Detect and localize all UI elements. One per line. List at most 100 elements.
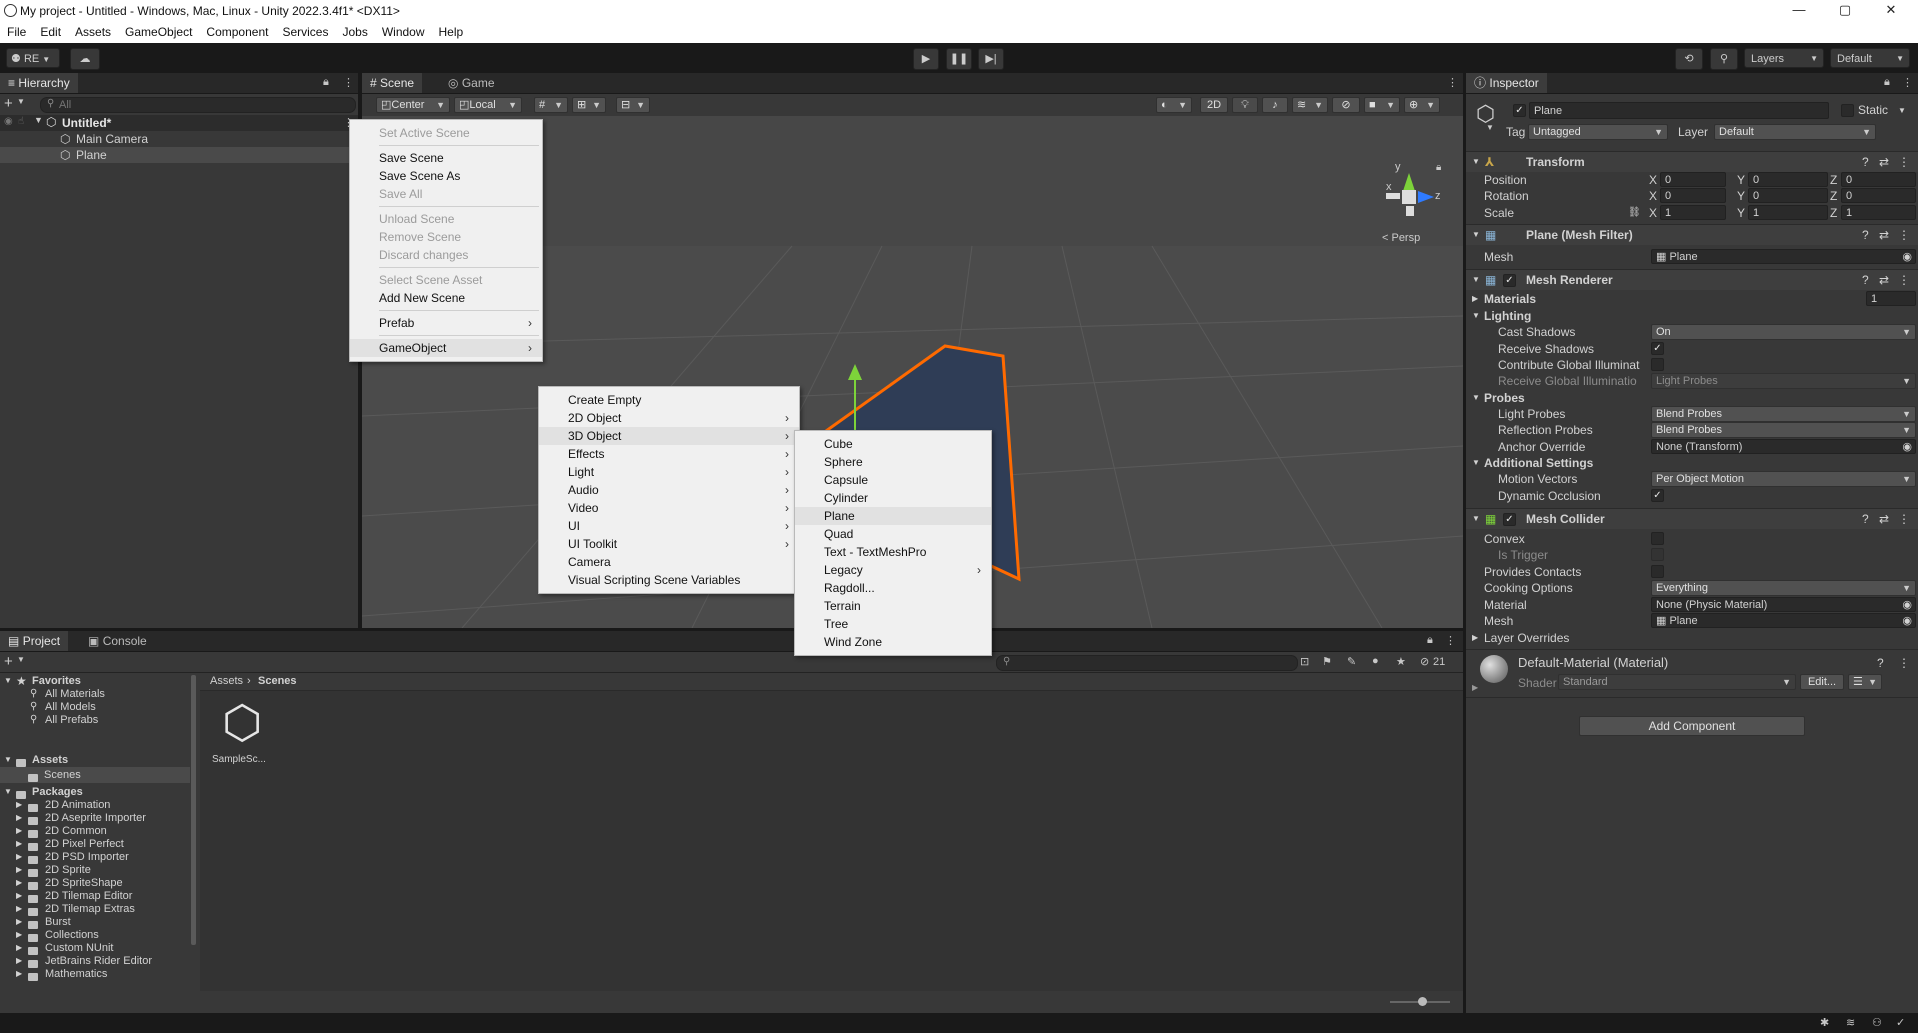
camera-settings-dropdown[interactable]: ■ ▼ [1364,97,1400,113]
menu-item-cube[interactable]: Cube [795,435,991,453]
chevron-right-icon[interactable]: ▶ [1472,683,1478,692]
menu-window[interactable]: Window [375,22,432,39]
cooking-options-dropdown[interactable]: Everything ▼ [1651,580,1916,596]
package-item[interactable]: 2D SpriteShape [45,877,123,890]
tab-project[interactable]: ▤ Project [0,631,69,651]
menu-item-2d-object[interactable]: 2D Object › [539,409,799,427]
chevron-down-icon[interactable]: ▼ [1898,106,1906,115]
object-picker-icon[interactable]: ◉ [1902,598,1912,611]
menu-item-camera[interactable]: Camera [539,553,799,571]
collider-mesh-field[interactable]: ▦ Plane ◉ [1651,613,1916,628]
transform-x-field[interactable]: 0 [1660,188,1726,203]
presets-icon[interactable]: ⇄ [1879,270,1889,290]
transform-z-field[interactable]: 1 [1841,205,1916,220]
help-icon[interactable]: ? [1862,270,1869,290]
help-icon[interactable]: ? [1862,152,1869,172]
hierarchy-item[interactable]: ⬡ Main Camera [0,131,358,147]
mesh-renderer-enabled-checkbox[interactable]: ✓ [1503,274,1516,287]
transform-x-field[interactable]: 0 [1660,172,1726,187]
object-picker-icon[interactable]: ◉ [1902,250,1912,263]
package-item[interactable]: 2D Common [45,825,107,838]
menu-item-save-scene-as[interactable]: Save Scene As [350,167,542,185]
active-checkbox[interactable]: ✓ [1513,104,1526,117]
menu-component[interactable]: Component [199,22,275,39]
transform-header[interactable]: ▼ ⅄ Transform ? ⇄ ⋮ [1466,151,1918,172]
chevron-down-icon[interactable]: ▼ [4,676,12,685]
help-icon[interactable]: ? [1862,509,1869,529]
favorite-item[interactable]: All Materials [45,688,105,701]
lighting-toggle[interactable]: 💡︎ [1232,97,1258,113]
pickable-icon[interactable]: ☝ [18,116,24,127]
constrain-proportions-icon[interactable]: ⛓ [1628,205,1641,221]
chevron-right-icon[interactable]: ▶ [16,865,22,874]
chevron-down-icon[interactable]: ▼ [1472,311,1480,320]
more-options-icon[interactable]: ⋮ [1898,656,1910,670]
collider-material-field[interactable]: None (Physic Material) ◉ [1651,597,1916,612]
menu-item-terrain[interactable]: Terrain [795,597,991,615]
mesh-renderer-header[interactable]: ▼ ▦ ✓ Mesh Renderer ? ⇄ ⋮ [1466,269,1918,290]
package-item[interactable]: 2D Sprite [45,864,91,877]
chevron-right-icon[interactable]: ▶ [16,878,22,887]
menu-services[interactable]: Services [275,22,335,39]
shader-dropdown[interactable]: Standard ▼ [1558,674,1796,690]
package-item[interactable]: JetBrains Rider Editor [45,955,152,968]
menu-item-save-scene[interactable]: Save Scene [350,149,542,167]
shader-edit-button[interactable]: Edit... [1800,674,1844,690]
lock-icon[interactable]: 🔒︎ [1884,76,1890,89]
minimize-button[interactable]: — [1776,0,1822,22]
menu-assets[interactable]: Assets [68,22,118,39]
chevron-right-icon[interactable]: ▶ [16,813,22,822]
menu-file[interactable]: File [0,22,33,39]
project-search[interactable]: ⚲ [996,655,1298,671]
menu-item-ui-toolkit[interactable]: UI Toolkit › [539,535,799,553]
chevron-right-icon[interactable]: ▶ [16,956,22,965]
folder-item-selected[interactable]: Scenes [0,767,190,783]
more-options-icon[interactable]: ⋮ [1447,76,1458,89]
mesh-filter-header[interactable]: ▼ ▦ Plane (Mesh Filter) ? ⇄ ⋮ [1466,224,1918,245]
contribute-gi-checkbox[interactable] [1651,358,1664,371]
static-checkbox[interactable] [1841,104,1854,117]
zoom-slider-thumb[interactable] [1418,997,1427,1006]
tab-inspector[interactable]: ⓘ Inspector [1466,73,1547,93]
presets-icon[interactable]: ⇄ [1879,509,1889,529]
transform-z-field[interactable]: 0 [1841,172,1916,187]
chevron-right-icon[interactable]: ▶ [1472,294,1478,303]
motion-vectors-dropdown[interactable]: Per Object Motion ▼ [1651,471,1916,487]
more-options-icon[interactable]: ⋮ [1898,225,1910,245]
object-picker-icon[interactable]: ◉ [1902,440,1912,453]
package-item[interactable]: Custom NUnit [45,942,113,955]
menu-item-gameobject[interactable]: GameObject › [350,339,542,357]
package-item[interactable]: 2D Tilemap Editor [45,890,132,903]
axis-x-label[interactable]: X [1649,172,1657,188]
package-item[interactable]: 2D PSD Importer [45,851,129,864]
mesh-field[interactable]: ▦ Plane ◉ [1651,249,1916,264]
visibility-icon[interactable]: ◉ [4,116,13,127]
maximize-button[interactable]: ▢ [1822,0,1868,22]
step-button[interactable]: ▶| [978,48,1004,70]
axis-z-label[interactable]: Z [1830,188,1837,204]
hidden-packages-icon[interactable]: ⊘ [1420,655,1429,668]
close-button[interactable]: ✕ [1868,0,1914,22]
menu-gameobject[interactable]: GameObject [118,22,199,39]
menu-item-add-new-scene[interactable]: Add New Scene [350,289,542,307]
materials-label[interactable]: Materials [1484,291,1536,307]
hierarchy-item-selected[interactable]: ⬡ Plane [0,147,358,163]
hierarchy-search[interactable]: ⚲ [40,97,356,113]
menu-edit[interactable]: Edit [33,22,68,39]
presets-icon[interactable]: ⇄ [1879,152,1889,172]
menu-item-ui[interactable]: UI › [539,517,799,535]
orientation-gizmo[interactable]: y z x [1378,161,1441,231]
chevron-down-icon[interactable]: ▼ [1472,393,1480,402]
check-circle-icon[interactable]: ✓ [1896,1016,1905,1029]
mesh-collider-enabled-checkbox[interactable]: ✓ [1503,513,1516,526]
menu-item-prefab[interactable]: Prefab › [350,314,542,332]
menu-item-light[interactable]: Light › [539,463,799,481]
tab-game[interactable]: ◎ Game [440,73,503,93]
menu-item-create-empty[interactable]: Create Empty [539,391,799,409]
help-icon[interactable]: ? [1862,225,1869,245]
menu-item-effects[interactable]: Effects › [539,445,799,463]
layers-dropdown[interactable]: Layers ▼ [1744,48,1824,68]
materials-count-field[interactable]: 1 [1866,291,1916,306]
lock-icon[interactable]: 🔒︎ [1436,162,1441,173]
cast-shadows-dropdown[interactable]: On ▼ [1651,324,1916,340]
